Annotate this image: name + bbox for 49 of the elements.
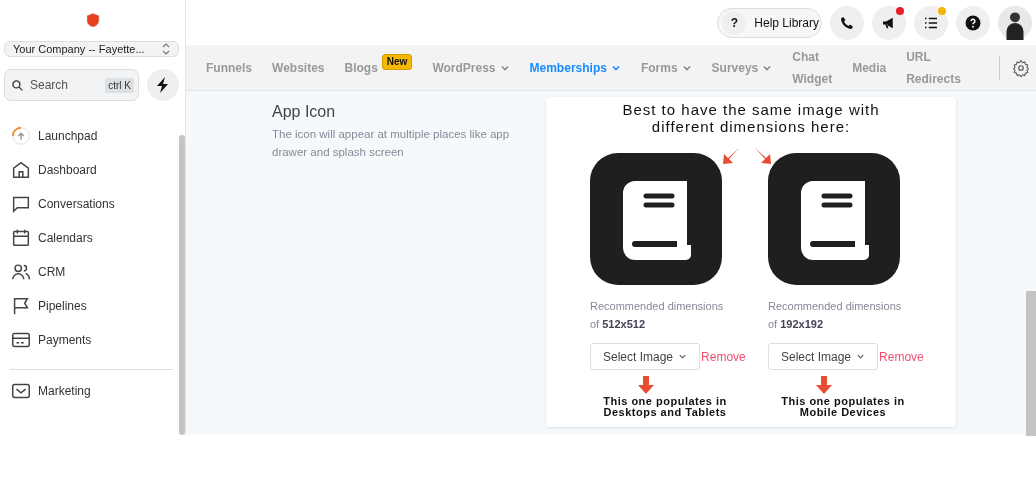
book-icon <box>590 153 722 285</box>
icon-button[interactable] <box>914 5 948 40</box>
lightning-icon <box>156 77 170 93</box>
scrollbar[interactable] <box>179 135 185 435</box>
sidebar-item[interactable]: Pipelines <box>10 289 179 323</box>
sidebar-item[interactable]: Conversations <box>10 187 179 221</box>
icon-button[interactable] <box>872 5 906 40</box>
section-description: The icon will appear at multiple places like app drawer and splash screen <box>272 127 511 160</box>
annotation-note: This one populates in Desktops and Tablets <box>602 396 728 418</box>
sidebar-item[interactable]: Payments <box>10 323 179 357</box>
recommended-dimensions: Recommended dimensions of 192x192 <box>768 299 903 332</box>
annotation-note: This one populates in Mobile Devices <box>780 396 906 418</box>
help-icon <box>964 13 982 32</box>
search-icon <box>11 78 24 92</box>
arrow-icon <box>754 147 772 165</box>
shortcut-hint: ctrl K <box>105 77 134 93</box>
home-icon <box>10 159 32 181</box>
select-image-button[interactable]: Select Image <box>768 343 879 370</box>
calendar-icon <box>10 227 32 249</box>
card-heading: Best to have the same image with different dimensions here: <box>621 101 881 135</box>
search-field[interactable]: Search ctrl K <box>4 69 139 101</box>
icon-button[interactable] <box>956 5 990 40</box>
sort-icon <box>162 43 170 56</box>
search-input[interactable]: Search <box>28 77 102 93</box>
avatar-button[interactable] <box>998 5 1032 40</box>
book-icon <box>768 153 900 285</box>
help-library-button[interactable]: ? Help Library <box>717 7 822 38</box>
sidebar-item[interactable]: Launchpad <box>10 119 179 153</box>
sidebar-item[interactable]: CRM <box>10 255 179 289</box>
chevron-down-icon <box>856 352 866 361</box>
arrow-icon <box>722 147 740 165</box>
settings-icon[interactable] <box>1012 58 1030 77</box>
chevron-down-icon <box>678 352 688 361</box>
icon-button[interactable] <box>830 5 864 40</box>
recommended-dimensions: Recommended dimensions of 512x512 <box>590 299 725 332</box>
new-badge: New <box>381 53 413 70</box>
arrow-down-icon <box>638 376 654 394</box>
quick-action-button[interactable] <box>147 69 179 101</box>
avatar-icon <box>998 5 1032 40</box>
company-switcher[interactable]: Your Company -- Fayette... <box>4 41 179 57</box>
nav-tab[interactable]: Blogs New <box>334 56 423 79</box>
section-title: App Icon <box>272 103 337 121</box>
rocket-icon <box>10 125 32 147</box>
select-image-button[interactable]: Select Image <box>590 343 701 370</box>
sidebar-item[interactable]: Calendars <box>10 221 179 255</box>
sidebar-item[interactable]: Marketing <box>10 374 179 408</box>
scrollbar[interactable] <box>1026 291 1036 436</box>
sidebar-item[interactable]: Dashboard <box>10 153 179 187</box>
arrow-down-icon <box>816 376 832 394</box>
